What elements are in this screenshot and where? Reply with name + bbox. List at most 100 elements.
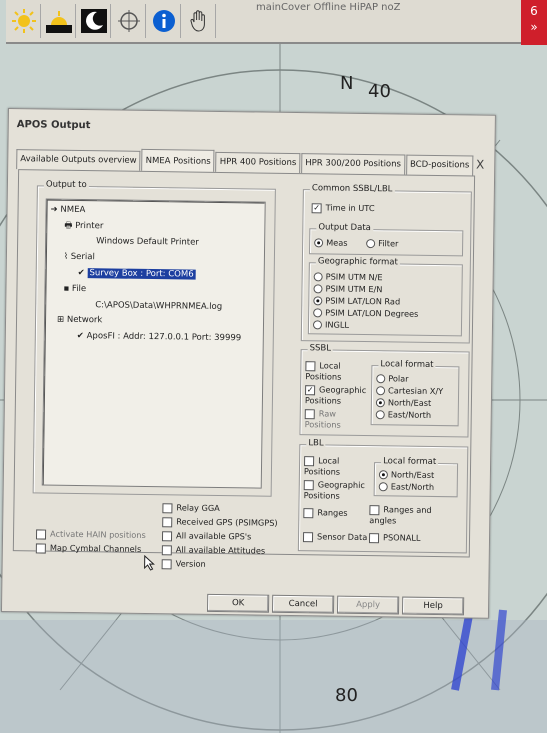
- geo-format-label: PSIM LAT/LON Rad: [325, 295, 401, 307]
- activate-hain-checkbox[interactable]: Activate HAIN positions: [35, 528, 146, 540]
- meas-radio[interactable]: Meas: [314, 237, 348, 248]
- lbl-local-positions-checkbox[interactable]: Local Positions: [304, 455, 366, 476]
- version-checkbox[interactable]: Version: [161, 558, 206, 569]
- crosshair-icon[interactable]: [113, 4, 146, 38]
- nmea-panel: Output to ➜ NMEA 🖶 Printer Windows Defau…: [12, 169, 476, 571]
- tree-label-printer: Printer: [75, 220, 104, 232]
- alarm-counter[interactable]: 6 »: [521, 0, 547, 45]
- checkmark-icon: ✔: [77, 267, 85, 279]
- radio-icon: [376, 374, 386, 384]
- tree-label-network: Network: [66, 314, 103, 326]
- sun-icon[interactable]: [8, 4, 41, 38]
- lbl-sensor-data-checkbox[interactable]: Sensor Data: [302, 531, 368, 543]
- all-attitudes-checkbox[interactable]: All available Attitudes: [161, 544, 265, 556]
- all-gps-checkbox[interactable]: All available GPS's: [161, 530, 251, 542]
- checkbox-icon: ✓: [305, 384, 316, 395]
- lbl-psonall-label: PSONALL: [382, 532, 421, 543]
- top-toolbar: mainCover Offline HiPAP noZ 6 »: [6, 0, 547, 45]
- tree-item-serial[interactable]: ⌇ Serial: [64, 252, 95, 262]
- checkbox-icon: [304, 455, 315, 466]
- lbl-sensor-data-label: Sensor Data: [316, 531, 368, 543]
- tree-item-nmea[interactable]: ➜ NMEA: [51, 205, 86, 215]
- help-button[interactable]: Help: [401, 596, 465, 616]
- tree-item-survey-box[interactable]: ✔ Survey Box : Port: COM6: [78, 268, 196, 280]
- tree-item-file[interactable]: ▪ File: [63, 284, 86, 294]
- lbl-east-north-radio[interactable]: East/North: [378, 481, 434, 492]
- ssbl-label: SSBL: [307, 343, 334, 354]
- output-to-label: Output to: [43, 179, 89, 191]
- activate-hain-label: Activate HAIN positions: [49, 528, 146, 540]
- lbl-psonall-checkbox[interactable]: PSONALL: [368, 532, 421, 543]
- ssbl-format-label: Cartesian X/Y: [388, 385, 444, 397]
- checkbox-icon: [302, 531, 314, 542]
- tree-item-printer[interactable]: 🖶 Printer: [64, 220, 103, 235]
- apply-button[interactable]: Apply: [336, 595, 400, 615]
- network-icon: ⊞: [56, 314, 65, 325]
- ssbl-polar-radio[interactable]: Polar: [376, 373, 409, 384]
- time-in-utc-checkbox[interactable]: ✓ Time in UTC: [311, 202, 375, 213]
- received-gps-label: Received GPS (PSIMGPS): [176, 516, 278, 528]
- lbl-north-east-radio[interactable]: North/East: [378, 469, 434, 480]
- geo-format-label: PSIM UTM E/N: [325, 283, 383, 295]
- ssbl-format-label: East/North: [387, 409, 432, 420]
- relay-gga-checkbox[interactable]: Relay GGA: [162, 502, 220, 513]
- geo-format-label: INGLL: [324, 319, 350, 330]
- filter-radio[interactable]: Filter: [366, 238, 398, 248]
- lbl-geographic-positions-checkbox[interactable]: Geographic Positions: [304, 479, 366, 500]
- tree-item-log-file[interactable]: C:\APOS\Data\WHPRNMEA.log: [95, 300, 222, 312]
- ssbl-north-east-radio[interactable]: North/East: [375, 397, 431, 408]
- geo-format-latlon-rad-radio[interactable]: PSIM LAT/LON Rad: [313, 295, 400, 306]
- cancel-button[interactable]: Cancel: [271, 594, 335, 614]
- lbl-ranges-angles-checkbox[interactable]: Ranges and angles: [369, 504, 449, 526]
- geo-format-label: PSIM LAT/LON Degrees: [325, 307, 419, 319]
- tab-available-outputs[interactable]: Available Outputs overview: [16, 149, 141, 171]
- output-tree: ➜ NMEA 🖶 Printer Windows Default Printer…: [41, 198, 266, 489]
- received-gps-checkbox[interactable]: Received GPS (PSIMGPS): [162, 516, 278, 528]
- tree-label-survey-box: Survey Box : Port: COM6: [87, 268, 196, 280]
- ssbl-local-positions-checkbox[interactable]: Local Positions: [305, 360, 367, 381]
- sunset-icon[interactable]: [43, 4, 76, 38]
- hand-icon[interactable]: [183, 4, 216, 38]
- moon-icon[interactable]: [78, 4, 111, 38]
- tab-hpr-300-200[interactable]: HPR 300/200 Positions: [301, 153, 406, 175]
- map-cymbal-checkbox[interactable]: Map Cymbal Channels: [35, 542, 141, 554]
- alarm-count: 6: [530, 4, 538, 18]
- ssbl-local-format-label: Local format: [378, 359, 436, 370]
- arrow-right-icon: ➜: [50, 204, 58, 215]
- filter-label: Filter: [378, 238, 399, 249]
- lbl-local-format-group: Local format North/East East/North: [373, 456, 459, 498]
- close-icon[interactable]: X: [476, 158, 484, 172]
- lbl-label: LBL: [306, 438, 326, 449]
- info-icon[interactable]: [148, 4, 181, 38]
- output-to-group: Output to ➜ NMEA 🖶 Printer Windows Defau…: [32, 179, 276, 497]
- tree-label-nmea: NMEA: [60, 204, 86, 216]
- checkbox-icon: ✓: [311, 202, 322, 213]
- radio-icon: [378, 482, 388, 492]
- meas-label: Meas: [326, 237, 348, 248]
- radio-icon: [313, 296, 323, 306]
- ssbl-east-north-radio[interactable]: East/North: [375, 409, 432, 420]
- lbl-ranges-checkbox[interactable]: Ranges: [303, 507, 348, 518]
- ssbl-geographic-positions-checkbox[interactable]: ✓ Geographic Positions: [305, 384, 367, 405]
- geo-format-latlon-deg-radio[interactable]: PSIM LAT/LON Degrees: [313, 307, 419, 319]
- ok-button[interactable]: OK: [206, 593, 270, 613]
- ssbl-raw-positions-checkbox[interactable]: Raw Positions: [305, 408, 367, 429]
- ssbl-group: SSBL Local Positions ✓ Geographic Positio…: [299, 343, 470, 438]
- checkbox-icon: [303, 507, 314, 518]
- radio-icon: [313, 272, 323, 282]
- tree-item-network[interactable]: ⊞ Network: [57, 315, 102, 326]
- checkbox-icon: [35, 528, 47, 540]
- tab-nmea-positions[interactable]: NMEA Positions: [141, 148, 215, 172]
- checkmark-icon: ✔: [76, 330, 85, 342]
- tab-hpr-400[interactable]: HPR 400 Positions: [215, 151, 301, 174]
- checkbox-icon: [368, 532, 380, 543]
- ssbl-cartesian-radio[interactable]: Cartesian X/Y: [376, 385, 443, 396]
- tree-item-default-printer[interactable]: Windows Default Printer: [96, 236, 199, 247]
- ssbl-format-label: Polar: [388, 373, 409, 384]
- tree-item-aposfi[interactable]: ✔ AposFI : Addr: 127.0.0.1 Port: 39999: [77, 331, 242, 343]
- geo-format-ingll-radio[interactable]: INGLL: [312, 319, 350, 330]
- geo-format-utm-en-radio[interactable]: PSIM UTM E/N: [313, 283, 383, 295]
- file-icon: ▪: [63, 283, 70, 294]
- geo-format-utm-ne-radio[interactable]: PSIM UTM N/E: [313, 271, 383, 282]
- tab-bcd-positions[interactable]: BCD-positions: [405, 154, 474, 176]
